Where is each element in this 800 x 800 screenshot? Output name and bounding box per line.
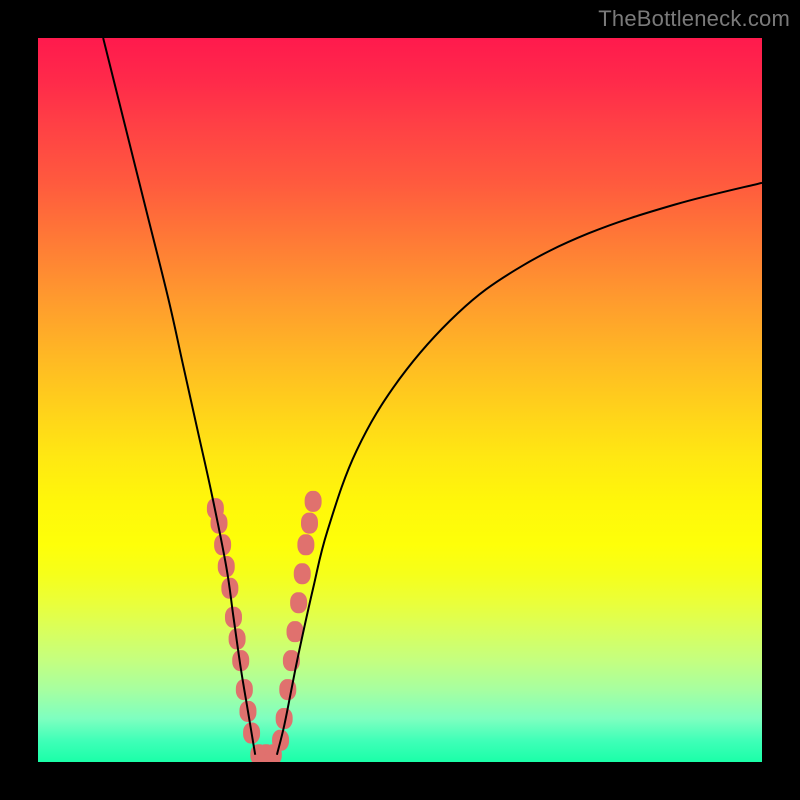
data-marker [305,491,321,511]
chart-svg [38,38,762,762]
data-marker [291,593,307,613]
data-marker [287,622,303,642]
plot-background [38,38,762,762]
watermark-text: TheBottleneck.com [598,6,790,32]
data-marker [294,564,310,584]
curve-right [277,183,762,755]
data-marker [298,535,314,555]
chart-frame: TheBottleneck.com [0,0,800,800]
data-marker [302,513,318,533]
